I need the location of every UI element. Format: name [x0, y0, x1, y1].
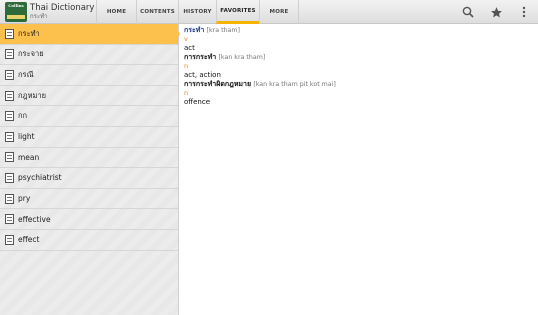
overflow-menu-button[interactable] [510, 0, 538, 24]
app-subtitle: กระทำ [30, 12, 48, 20]
document-icon [5, 152, 14, 163]
tab-bar: HOME CONTENTS HISTORY FAVORITES MORE [96, 0, 299, 24]
list-item-label: effect [18, 235, 40, 245]
action-icons [454, 0, 538, 24]
list-item-label: กระทำ [18, 28, 40, 38]
sub-entry-headword[interactable]: การกระทำ [184, 53, 216, 61]
title-block: Thai Dictionary กระทำ [30, 0, 95, 23]
document-icon [5, 131, 14, 142]
list-item-label: กรณี [18, 69, 34, 79]
definition: act [184, 44, 195, 52]
pronunciation: [kan kra tham pit kot mai] [253, 81, 336, 88]
list-item[interactable]: pry [0, 189, 178, 210]
list-item-label: กฎหมาย [18, 90, 47, 100]
overflow-menu-icon [522, 6, 526, 18]
entry-headword-line: กระทำ [kra tham] [184, 26, 534, 35]
tab-favorites[interactable]: FAVORITES [216, 0, 259, 24]
document-icon [5, 214, 14, 225]
list-item[interactable]: mean [0, 148, 178, 169]
action-bar: Collins Thai Dictionary กระทำ HOME CONTE… [0, 0, 538, 24]
selection-arrow [174, 24, 180, 44]
list-item-label: pry [18, 194, 31, 204]
document-icon [5, 172, 14, 183]
part-of-speech: v [184, 35, 188, 43]
list-item-label: light [18, 132, 35, 142]
tab-home[interactable]: HOME [96, 0, 136, 24]
pronunciation: [kan kra tham] [218, 54, 266, 61]
search-button[interactable] [454, 0, 482, 24]
entry-view: กระทำ [kra tham] v act การกระทำ [kan kra… [184, 26, 534, 107]
list-item[interactable]: effect [0, 230, 178, 251]
list-item[interactable]: กก [0, 106, 178, 127]
entry-headword: กระทำ [184, 26, 205, 34]
definition: act, action [184, 71, 221, 79]
sub-entry-line: การกระทำ [kan kra tham] [184, 53, 534, 62]
logo-text: Collins [8, 3, 24, 8]
list-item-label: กก [18, 111, 28, 121]
document-icon [5, 111, 14, 122]
document-icon [5, 28, 14, 39]
part-of-speech: n [184, 62, 189, 70]
definition: offence [184, 98, 211, 106]
sub-entry-headword[interactable]: การกระทำผิดกฎหมาย [184, 80, 251, 88]
list-item[interactable]: กระจาย [0, 45, 178, 66]
search-icon [462, 6, 474, 18]
tab-history[interactable]: HISTORY [178, 0, 216, 24]
list-item-label: effective [18, 214, 51, 224]
list-item-label: psychiatrist [18, 173, 62, 183]
document-icon [5, 49, 14, 60]
document-icon [5, 90, 14, 101]
pronunciation: [kra tham] [206, 27, 241, 34]
list-item[interactable]: psychiatrist [0, 168, 178, 189]
list-item-label: mean [18, 152, 40, 162]
app-title: Thai Dictionary [30, 2, 95, 13]
list-item[interactable]: light [0, 127, 178, 148]
tab-contents[interactable]: CONTENTS [136, 0, 178, 24]
document-icon [5, 234, 14, 245]
favorites-list: กระทำ กระจาย กรณี กฎหมาย กก light mean p… [0, 24, 179, 315]
sub-entry-line: การกระทำผิดกฎหมาย [kan kra tham pit kot … [184, 80, 534, 89]
list-item[interactable]: effective [0, 209, 178, 230]
document-icon [5, 193, 14, 204]
tab-more[interactable]: MORE [259, 0, 299, 24]
list-item-label: กระจาย [18, 49, 44, 59]
document-icon [5, 69, 14, 80]
favorite-button[interactable] [482, 0, 510, 24]
app-logo-icon[interactable]: Collins [5, 2, 27, 22]
part-of-speech: n [184, 89, 189, 97]
list-item[interactable]: กระทำ [0, 24, 178, 45]
star-icon [490, 6, 502, 17]
list-item[interactable]: กฎหมาย [0, 86, 178, 107]
list-item[interactable]: กรณี [0, 65, 178, 86]
